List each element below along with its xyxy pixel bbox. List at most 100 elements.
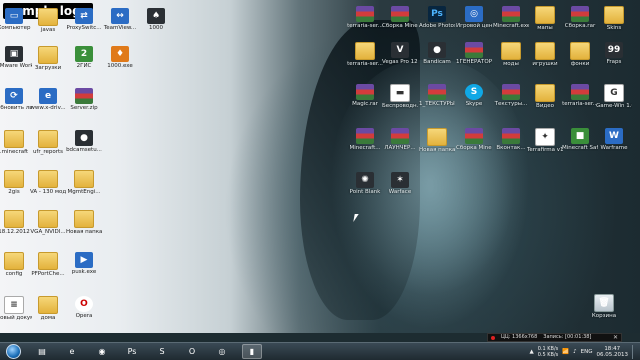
desktop-icon-label: Bandicam [423, 59, 451, 65]
desktop-icon-mcsmp[interactable]: ■Minecraft SafeServer... [562, 128, 598, 151]
desktop-icon-label: VGA_NVIDI... [30, 229, 66, 235]
bdcam-icon: ● [75, 130, 93, 146]
desktop-icon-va130[interactable]: VA - 130 модных... [30, 170, 66, 195]
desktop-icon-minecraft[interactable]: .minecraft [0, 130, 32, 155]
network-icon[interactable]: 📶 [562, 349, 569, 355]
taskbar-button-ie[interactable]: e [62, 344, 82, 359]
desktop-icon-label: Magic.rar [352, 101, 378, 107]
desktop-icon-computer[interactable]: ▭ Компьютер [0, 8, 32, 31]
start-button[interactable] [2, 344, 24, 359]
desktop-icon-label: Загрузки [34, 65, 62, 71]
taskbar-button-explorer[interactable]: ▤ [32, 344, 52, 359]
desktop-icon-bandicam[interactable]: ● Bandicam [419, 42, 455, 65]
desktop-icon-zagruzki[interactable]: Загрузки [30, 46, 66, 71]
desktop-icon-vmware[interactable]: ▣VMware Workstation [0, 46, 32, 69]
desktop-icon-opera[interactable]: O Opera [66, 296, 102, 319]
desktop-icon-label: Game-Win 1.0.0 [596, 103, 632, 109]
desktop-icon-sborka2[interactable]: Сборка.rar [562, 6, 598, 29]
taskbar-button-chrome[interactable]: ◉ [92, 344, 112, 359]
desktop-icon-pusk[interactable]: ▶ pusk.exe [66, 252, 102, 275]
desktop-icon-rar2[interactable]: ЛАУНЧЕР... [382, 128, 418, 151]
desktop-icon-terraria1[interactable]: terraria-ser... [347, 6, 383, 29]
close-recording-button[interactable]: ✕ [613, 333, 621, 342]
game-icon: ♠ [147, 8, 165, 24]
desktop-icon-mods[interactable]: моды [493, 42, 529, 67]
desktop-icon-skins[interactable]: Skins [596, 6, 632, 31]
desktop-icon-pfport[interactable]: PFPortChe... [30, 252, 66, 277]
desktop-icon-terraria2[interactable]: terraria-ser... [347, 42, 383, 67]
desktop-icon-storage[interactable]: ▬ Беспроводн... [382, 84, 418, 109]
archive-icon [465, 128, 483, 144]
desktop-icon-vk[interactable]: Вконтак... [493, 128, 529, 151]
taskbar-button-photoshop[interactable]: Ps [122, 344, 142, 359]
desktop-icon-vgnvidia[interactable]: VGA_NVIDI... [30, 210, 66, 235]
archive-icon [75, 88, 93, 104]
proxy-icon: ⇄ [75, 8, 93, 24]
desktop-icon-mchash[interactable]: Minecraft... [347, 128, 383, 151]
desktop-icon-date[interactable]: 18.12.2012 [0, 210, 32, 235]
desktop-icon-serverzip[interactable]: Server.zip [66, 88, 102, 111]
desktop-icon-vidyo[interactable]: Видео [527, 84, 563, 109]
desktop-icon-tb_rar[interactable]: 1_ТЕКСТУРЫ... [419, 84, 455, 107]
show-desktop-button[interactable] [632, 344, 638, 359]
desktop-icon-gp_rar[interactable]: 1ГЕНЕРАТОР_ПАРОЛЕЙ... [456, 42, 492, 65]
folder-icon [535, 84, 555, 102]
archive-icon [391, 6, 409, 22]
desktop-icon-terrafirma[interactable]: ✦Terrafirma v1.6.7 [527, 128, 563, 153]
tray-arrow-icon[interactable]: ▲ [529, 349, 533, 355]
desktop-icon-sborka[interactable]: Сборка Minecraft... [382, 6, 418, 29]
desktop-icon-2gis2[interactable]: 2gis [0, 170, 32, 195]
folder-icon [38, 130, 58, 148]
desktop-icon-igrushki[interactable]: игрушки [527, 42, 563, 67]
desktop-icon-ter3[interactable]: terraria-ser... [562, 84, 598, 107]
desktop-icon-newfolder[interactable]: Новая папка [66, 210, 102, 235]
desktop-icon-update[interactable]: ⟳Обновить лицензи... [0, 88, 32, 111]
desktop-icon-warface[interactable]: ✶ Warface [382, 172, 418, 195]
document-icon: ≡ [4, 296, 24, 314]
desktop-icon-2gis[interactable]: 2 2ГИС [66, 46, 102, 69]
desktop-icon-doma[interactable]: дома [30, 296, 66, 321]
desktop-icon-ufr[interactable]: ufr_reports [30, 130, 66, 155]
volume-icon[interactable]: ♪ [573, 349, 577, 355]
desktop-icon-label: terraria-ser... [562, 101, 598, 107]
desktop-icon-minecraftexe[interactable]: Minecraft.exe [493, 6, 529, 29]
desktop-icon-gamecenter[interactable]: ◎Игровой центр@Ma... [456, 6, 492, 29]
desktop-icon-bdcam[interactable]: ● bdcamsetu... [66, 130, 102, 153]
desktop-icon-1000[interactable]: ♠ 1000 [138, 8, 174, 31]
skype-icon: S [159, 347, 165, 356]
taskbar-button-skype[interactable]: S [152, 344, 172, 359]
desktop-icon-mgmt[interactable]: MgmtEngi... [66, 170, 102, 195]
desktop-icon-vegas[interactable]: VVegas Pro 12.0 (64-bit) [382, 42, 418, 65]
desktop-icon-javas[interactable]: javas [30, 8, 66, 33]
taskbar-button-cmd[interactable]: ▮ [242, 344, 262, 359]
desktop-icon-warframe[interactable]: W Warframe [596, 128, 632, 151]
desktop-icon-adobe[interactable]: PsAdobe Photosh... [419, 6, 455, 29]
language-indicator[interactable]: ENG [581, 349, 593, 355]
taskbar-button-opera[interactable]: O [182, 344, 202, 359]
desktop-icon-proxyswitch[interactable]: ⇄ ProxySwitc... [66, 8, 102, 31]
desktop-icon-magic[interactable]: Magic.rar [347, 84, 383, 107]
desktop-icon-sborkamc[interactable]: Сборка Minecraft... [456, 128, 492, 151]
desktop-icon-teamviewer[interactable]: ↔ TeamView... [102, 8, 138, 31]
desktop-icon-newdoc[interactable]: ≡Новый документ... [0, 296, 32, 321]
usb-icon: ▬ [390, 84, 410, 102]
desktop-icon-fraps[interactable]: 99 Fraps [596, 42, 632, 65]
desktop-icon-1000exe[interactable]: ♦ 1000.exe [102, 46, 138, 69]
desktop-icon-pointblank[interactable]: ✺ Point Blank [347, 172, 383, 195]
desktop-icon-np[interactable]: Новая папка (2) [419, 128, 455, 153]
clock[interactable]: 18:47 06.05.2013 [597, 346, 629, 358]
taskbar-button-gamecenter[interactable]: ◎ [212, 344, 232, 359]
desktop-icon-wwwxdriv[interactable]: e www.x-driv... [30, 88, 66, 111]
desktop-icon-label: Новая папка [66, 229, 102, 235]
desktop-icon-fonki[interactable]: фонки [562, 42, 598, 67]
desktop-icon-mapy[interactable]: мапы [527, 6, 563, 31]
pointblank-icon: ✺ [356, 172, 374, 188]
folder-icon [74, 210, 94, 228]
desktop-icon-config[interactable]: config [0, 252, 32, 277]
desktop-icon-skype[interactable]: S Skype [456, 84, 492, 107]
desktop-icon-korzina[interactable]: 🗑 Корзина [586, 294, 622, 319]
folder-icon [38, 210, 58, 228]
desktop-icon-gamexe[interactable]: GGame-Win 1.0.0 [596, 84, 632, 109]
desktop-icon-tekstury[interactable]: Текстуры... [493, 84, 529, 107]
windows-logo-icon [5, 344, 21, 359]
